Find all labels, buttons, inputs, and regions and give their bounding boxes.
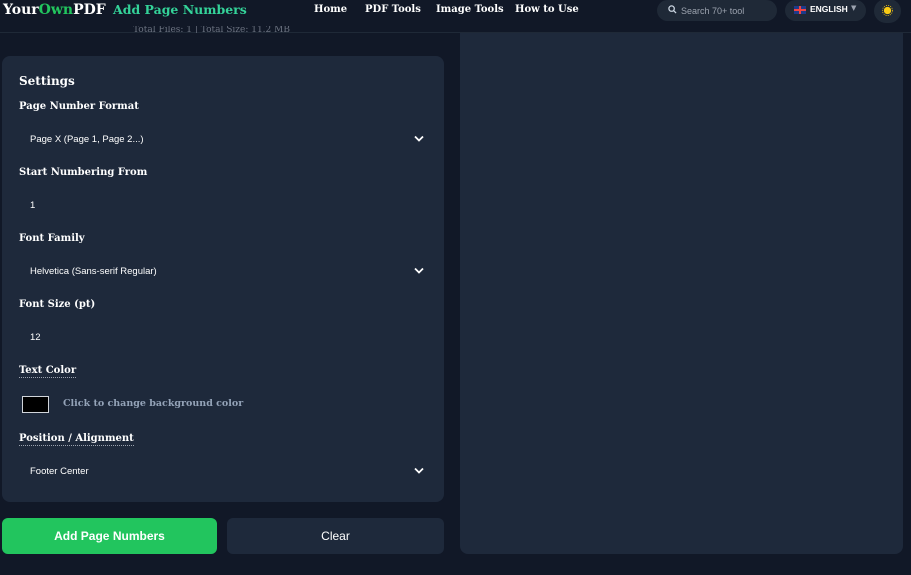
start-numbering-label: Start Numbering From xyxy=(19,167,148,178)
nav-pdf-tools[interactable]: PDF Tools xyxy=(365,4,421,15)
add-page-numbers-button[interactable]: Add Page Numbers xyxy=(2,518,217,554)
color-hint-text[interactable]: Click to change background color xyxy=(63,398,243,409)
font-family-select[interactable]: Helvetica (Sans-serif Regular) xyxy=(19,258,431,286)
logo-part-pdf: PDF xyxy=(73,2,106,18)
search-input[interactable] xyxy=(681,3,771,18)
logo-part-own: Own xyxy=(38,2,74,18)
search-icon xyxy=(668,5,677,14)
position-alignment-select[interactable]: Footer Center xyxy=(19,458,431,486)
search-box[interactable] xyxy=(657,0,777,21)
start-numbering-input[interactable]: 1 xyxy=(19,192,431,220)
font-family-value: Helvetica (Sans-serif Regular) xyxy=(30,266,157,277)
page-number-format-label: Page Number Format xyxy=(19,101,139,112)
settings-title: Settings xyxy=(19,74,75,88)
chevron-down-icon xyxy=(414,467,424,474)
page-number-format-value: Page X (Page 1, Page 2...) xyxy=(30,134,144,145)
language-label: ENGLISH xyxy=(810,4,848,14)
chevron-down-icon xyxy=(414,135,424,142)
logo-part-your: Your xyxy=(3,2,39,18)
caret-down-icon: ▼ xyxy=(851,4,857,12)
settings-panel: Settings Page Number Format Page X (Page… xyxy=(2,56,444,502)
site-logo[interactable]: YourOwnPDF xyxy=(3,2,106,18)
file-stats: Total Files: 1 | Total Size: 11.2 MB xyxy=(133,26,290,33)
clear-button[interactable]: Clear xyxy=(227,518,444,554)
font-size-input[interactable]: 12 xyxy=(19,324,431,352)
sun-icon xyxy=(882,5,893,16)
nav-image-tools[interactable]: Image Tools xyxy=(436,4,504,15)
tool-title: Add Page Numbers xyxy=(113,2,247,17)
chevron-down-icon xyxy=(414,267,424,274)
language-selector[interactable]: ENGLISH ▼ xyxy=(785,0,866,21)
text-color-swatch[interactable] xyxy=(22,396,49,413)
nav-home[interactable]: Home xyxy=(314,4,347,15)
font-size-label: Font Size (pt) xyxy=(19,299,96,310)
font-size-value: 12 xyxy=(30,332,41,343)
nav-how-to-use[interactable]: How to Use xyxy=(515,4,579,15)
theme-toggle-button[interactable] xyxy=(874,0,901,23)
start-numbering-value: 1 xyxy=(30,200,36,211)
preview-panel xyxy=(460,25,903,554)
uk-flag-icon xyxy=(794,6,806,14)
page-number-format-select[interactable]: Page X (Page 1, Page 2...) xyxy=(19,126,431,154)
text-color-label: Text Color xyxy=(19,365,77,378)
font-family-label: Font Family xyxy=(19,233,85,244)
position-alignment-value: Footer Center xyxy=(30,466,89,477)
position-alignment-label: Position / Alignment xyxy=(19,433,134,446)
